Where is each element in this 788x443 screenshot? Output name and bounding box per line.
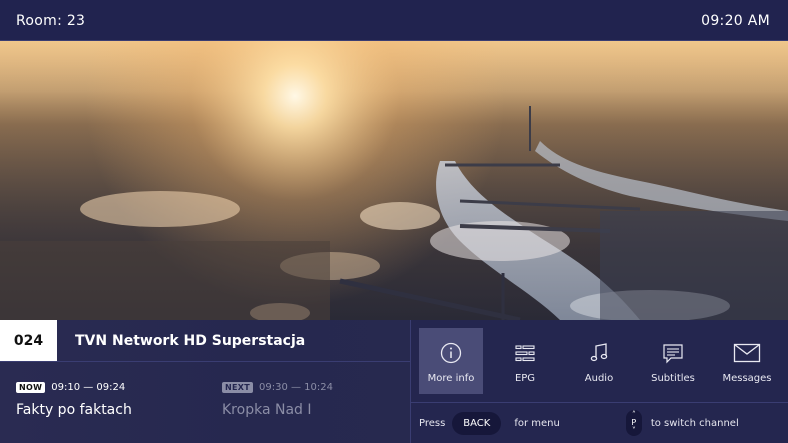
action-bar: More info EPG Audio Subtitles Messages bbox=[419, 328, 788, 394]
hint-switch-text: to switch channel bbox=[650, 417, 739, 429]
channel-number: 024 bbox=[0, 320, 57, 361]
now-title: Fakty po faktach bbox=[16, 402, 132, 418]
divider bbox=[411, 402, 788, 403]
music-note-icon bbox=[590, 343, 608, 362]
top-bar: Room: 23 09:20 AM bbox=[0, 0, 788, 41]
subtitles-button[interactable]: Subtitles bbox=[641, 328, 705, 394]
messages-label: Messages bbox=[722, 373, 772, 384]
audio-label: Audio bbox=[584, 373, 614, 384]
live-video-preview bbox=[0, 41, 788, 320]
subtitles-label: Subtitles bbox=[651, 373, 695, 384]
more-info-label: More info bbox=[427, 373, 475, 384]
hint-menu-text: for menu bbox=[514, 417, 560, 429]
info-icon bbox=[440, 342, 462, 364]
now-time: 09:10 — 09:24 bbox=[51, 382, 126, 393]
channel-name: TVN Network HD Superstacja bbox=[75, 333, 306, 349]
next-time: 09:30 — 10:24 bbox=[259, 382, 333, 393]
epg-icon bbox=[515, 345, 535, 362]
aerial-city-image bbox=[0, 41, 788, 320]
back-key: BACK bbox=[452, 411, 502, 435]
channel-key: ˄ P ˅ bbox=[625, 410, 642, 436]
next-title: Kropka Nad I bbox=[222, 402, 312, 418]
room-number: Room: 23 bbox=[16, 13, 86, 29]
more-info-button[interactable]: More info bbox=[419, 328, 483, 394]
now-badge: NOW bbox=[16, 382, 46, 393]
epg-button[interactable]: EPG bbox=[493, 328, 557, 394]
epg-label: EPG bbox=[514, 373, 536, 384]
now-program: NOW 09:10 — 09:24 Fakty po faktach bbox=[16, 382, 132, 418]
divider bbox=[0, 361, 410, 362]
subtitles-icon bbox=[663, 344, 683, 364]
hint-press-text: Press bbox=[419, 417, 446, 429]
next-badge: NEXT bbox=[222, 382, 253, 393]
envelope-icon bbox=[733, 343, 761, 363]
navigation-hint: Press BACK for menu ˄ P ˅ to switch chan… bbox=[419, 410, 739, 436]
next-program: NEXT 09:30 — 10:24 Kropka Nad I bbox=[222, 382, 333, 418]
clock: 09:20 AM bbox=[701, 13, 770, 29]
channel-info-panel: 024 TVN Network HD Superstacja NOW 09:10… bbox=[0, 320, 788, 443]
audio-button[interactable]: Audio bbox=[567, 328, 631, 394]
program-info: 024 TVN Network HD Superstacja NOW 09:10… bbox=[0, 320, 410, 443]
messages-button[interactable]: Messages bbox=[715, 328, 779, 394]
chevron-down-icon: ˅ bbox=[631, 426, 636, 435]
divider bbox=[410, 320, 411, 443]
